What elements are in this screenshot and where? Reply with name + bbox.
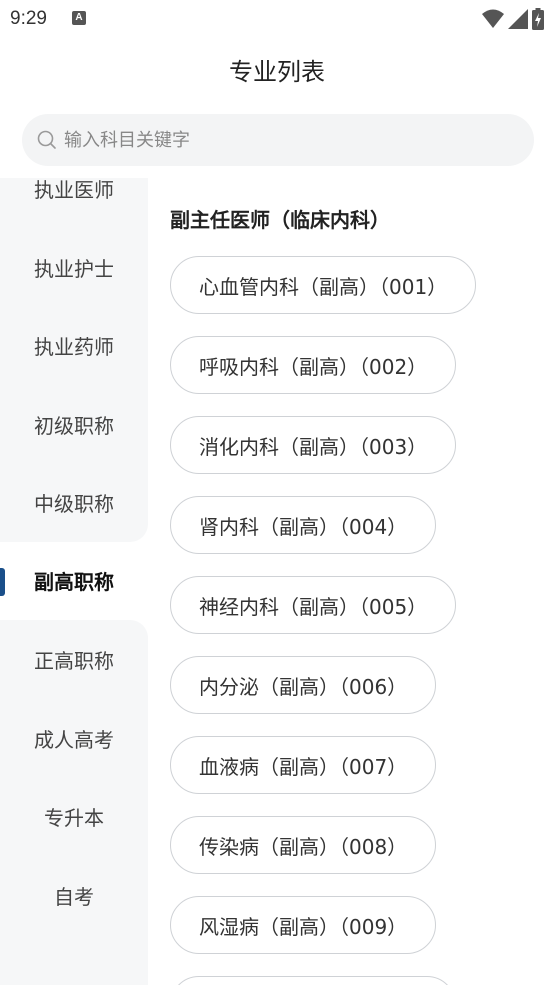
sidebar-item-chengren-gaokao[interactable]: 成人高考 (0, 726, 148, 754)
sidebar-item-fugao-zhicheng[interactable]: 副高职称 (0, 568, 148, 596)
sidebar-item-chuji-zhicheng[interactable]: 初级职称 (0, 412, 148, 440)
specialty-list: 副主任医师（临床内科） 心血管内科（副高）（001） 呼吸内科（副高）（002）… (148, 178, 554, 985)
specialty-chip[interactable]: 血液病（副高）（007） (170, 736, 437, 794)
status-time: 9:29 (10, 8, 47, 29)
sidebar-item-zhiye-yishi[interactable]: 执业医师 (0, 178, 148, 204)
specialty-chip[interactable]: 神经内科（副高）（005） (170, 576, 457, 634)
page-title: 专业列表 (229, 58, 325, 86)
search-input[interactable] (64, 129, 504, 151)
specialty-chip[interactable]: 呼吸内科（副高）（002） (170, 336, 457, 394)
specialty-chip[interactable]: 心血管内科（副高）（001） (170, 256, 477, 314)
specialty-chip[interactable]: 传染病（副高）（008） (170, 816, 437, 874)
wifi-icon (482, 9, 504, 28)
sidebar-item-zhiye-hushi[interactable]: 执业护士 (0, 255, 148, 283)
category-sidebar: 执业医师 执业护士 执业药师 初级职称 中级职称 副高职称 正高职称 成人高考 … (0, 178, 148, 985)
specialty-chip[interactable]: 内分泌（副高）（006） (170, 656, 437, 714)
status-icons (482, 8, 544, 30)
specialty-chip[interactable]: 风湿病（副高）（009） (170, 896, 437, 954)
status-bar: 9:29 A (0, 0, 554, 38)
sidebar-item-zhenggao-zhicheng[interactable]: 正高职称 (0, 647, 148, 675)
section-title: 副主任医师（临床内科） (170, 208, 390, 232)
search-icon (37, 130, 56, 149)
battery-charging-icon (532, 8, 544, 30)
search-box[interactable] (22, 114, 534, 166)
sidebar-item-zikao[interactable]: 自考 (0, 883, 148, 911)
notification-icon: A (72, 11, 86, 25)
specialty-chip[interactable]: 消化内科（副高）（003） (170, 416, 457, 474)
specialty-chip[interactable]: 肾内科（副高）（004） (170, 496, 437, 554)
sidebar-item-zhiye-yaoshi[interactable]: 执业药师 (0, 333, 148, 361)
cellular-signal-icon (508, 9, 528, 29)
sidebar-item-zhuanshengben[interactable]: 专升本 (0, 804, 148, 832)
sidebar-item-zhongji-zhicheng[interactable]: 中级职称 (0, 490, 148, 518)
specialty-chip-partial[interactable] (170, 976, 456, 985)
